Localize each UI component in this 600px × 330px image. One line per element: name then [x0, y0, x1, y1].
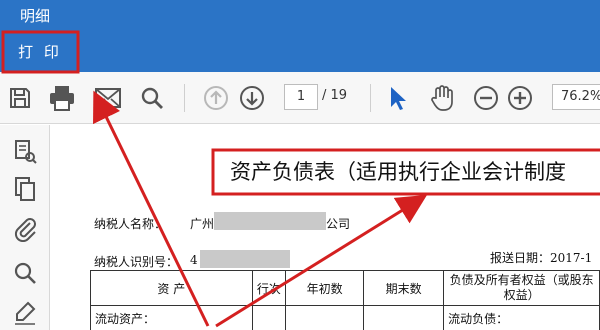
arrow-to-title — [215, 194, 428, 328]
arrow-to-print-icon — [93, 90, 210, 327]
print-menu-highlight — [1, 30, 80, 74]
annotation-overlay — [1, 30, 600, 328]
title-highlight — [211, 148, 600, 196]
